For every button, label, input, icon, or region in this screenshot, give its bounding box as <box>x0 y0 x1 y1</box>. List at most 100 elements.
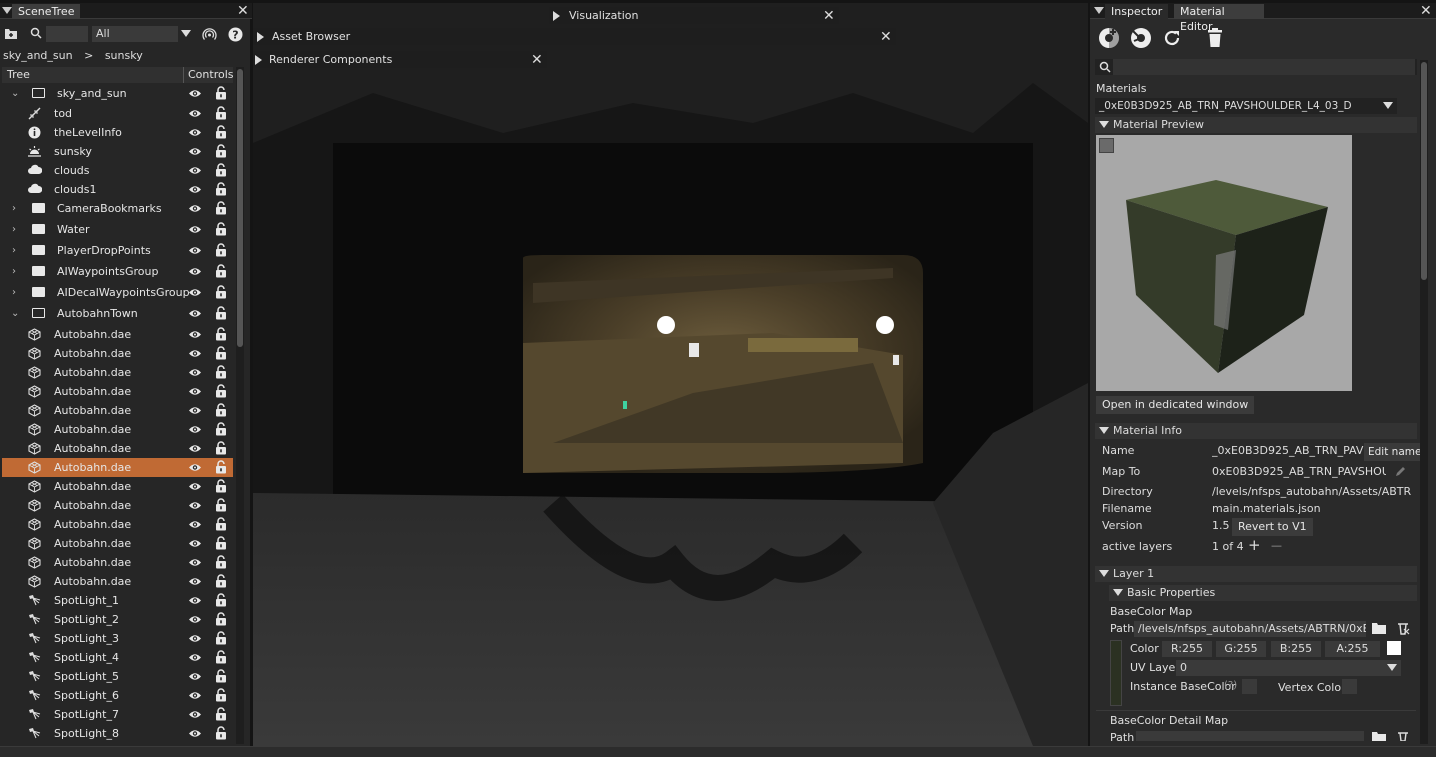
lock-icon[interactable] <box>215 346 227 360</box>
visibility-eye-icon[interactable] <box>188 223 202 236</box>
column-header-controls[interactable]: Controls <box>188 67 234 83</box>
add-folder-icon[interactable] <box>4 27 18 40</box>
tree-row[interactable]: SpotLight_3 <box>2 629 233 648</box>
vertex-color-checkbox[interactable] <box>1342 679 1357 694</box>
renderer-components-window-header[interactable]: Renderer Components ✕ <box>253 51 547 68</box>
texture-thumbnail[interactable] <box>1110 640 1122 706</box>
lock-icon[interactable] <box>215 593 227 607</box>
visibility-eye-icon[interactable] <box>188 461 202 474</box>
trash-icon[interactable] <box>1207 28 1223 48</box>
visibility-eye-icon[interactable] <box>188 183 202 196</box>
visibility-eye-icon[interactable] <box>188 145 202 158</box>
lock-icon[interactable] <box>215 479 227 493</box>
tree-row[interactable]: SpotLight_6 <box>2 686 233 705</box>
revert-to-v1-button[interactable]: Revert to V1 <box>1232 518 1313 536</box>
visibility-eye-icon[interactable] <box>188 385 202 398</box>
tree-row[interactable]: Autobahn.dae <box>2 401 233 420</box>
lock-icon[interactable] <box>215 222 227 236</box>
lock-icon[interactable] <box>215 86 227 100</box>
instance-basecolor-checkbox[interactable] <box>1242 679 1257 694</box>
tree-row[interactable]: › CameraBookmarks <box>2 199 233 218</box>
visibility-eye-icon[interactable] <box>188 265 202 278</box>
lock-icon[interactable] <box>215 441 227 455</box>
expand-triangle-icon[interactable] <box>255 55 262 65</box>
collapse-triangle-icon[interactable] <box>2 7 12 14</box>
tree-row[interactable]: SpotLight_7 <box>2 705 233 724</box>
collapse-triangle-icon[interactable] <box>1113 589 1123 596</box>
duplicate-material-icon[interactable] <box>1130 27 1152 49</box>
visibility-eye-icon[interactable] <box>188 87 202 100</box>
tree-row[interactable]: sunsky <box>2 142 233 161</box>
breadcrumb-item-sunsky[interactable]: sunsky <box>105 49 143 62</box>
broadcast-icon[interactable] <box>202 27 217 42</box>
tree-row[interactable]: › AIWaypointsGroup <box>2 262 233 281</box>
lock-icon[interactable] <box>215 631 227 645</box>
tree-row[interactable]: Autobahn.dae <box>2 553 233 572</box>
chevron-down-icon[interactable] <box>1383 102 1393 109</box>
inspector-scrollbar[interactable] <box>1420 60 1428 744</box>
breadcrumb-item-sky-and-sun[interactable]: sky_and_sun <box>3 49 73 62</box>
visibility-eye-icon[interactable] <box>188 423 202 436</box>
tree-row[interactable]: Autobahn.dae <box>2 439 233 458</box>
lock-icon[interactable] <box>215 669 227 683</box>
tree-row[interactable]: ⌄ sky_and_sun <box>2 84 233 103</box>
visibility-eye-icon[interactable] <box>188 286 202 299</box>
3d-viewport[interactable]: Visualization ✕ Asset Browser ✕ Renderer… <box>253 3 1088 746</box>
close-icon[interactable]: ✕ <box>823 9 835 23</box>
lock-icon[interactable] <box>215 726 227 740</box>
clear-texture-icon[interactable] <box>1396 730 1410 741</box>
scene-tree-search-input[interactable] <box>46 26 88 42</box>
tree-row[interactable]: Autobahn.dae <box>2 534 233 553</box>
basecolor-path-input[interactable]: /levels/nfsps_autobahn/Assets/ABTRN/0xE0… <box>1134 621 1366 637</box>
map-to-value[interactable]: 0xE0B3D925_AB_TRN_PAVSHOULDER_L4_03_D <box>1212 465 1386 478</box>
visibility-eye-icon[interactable] <box>188 632 202 645</box>
color-b-field[interactable]: B:255 <box>1271 641 1321 657</box>
name-value[interactable]: _0xE0B3D925_AB_TRN_PAVSHOULDER_L4_03_D <box>1212 444 1364 457</box>
tab-inspector[interactable]: Inspector <box>1105 4 1169 19</box>
refresh-icon[interactable] <box>1162 28 1182 48</box>
lock-icon[interactable] <box>215 144 227 158</box>
material-search-input[interactable] <box>1113 59 1415 75</box>
tree-row[interactable]: SpotLight_4 <box>2 648 233 667</box>
close-icon[interactable]: ✕ <box>880 30 892 44</box>
visibility-eye-icon[interactable] <box>188 613 202 626</box>
folder-icon[interactable] <box>1372 622 1386 634</box>
lock-icon[interactable] <box>215 327 227 341</box>
add-layer-button[interactable]: + <box>1248 536 1261 554</box>
visibility-eye-icon[interactable] <box>188 442 202 455</box>
visibility-eye-icon[interactable] <box>188 307 202 320</box>
lock-icon[interactable] <box>215 384 227 398</box>
collapse-triangle-icon[interactable] <box>1099 427 1109 434</box>
lock-icon[interactable] <box>215 365 227 379</box>
tree-row[interactable]: Autobahn.dae <box>2 344 233 363</box>
color-g-field[interactable]: G:255 <box>1216 641 1266 657</box>
pencil-icon[interactable] <box>1394 465 1407 478</box>
visibility-eye-icon[interactable] <box>188 404 202 417</box>
tree-row[interactable]: Autobahn.dae <box>2 420 233 439</box>
help-icon[interactable]: ? <box>228 27 243 42</box>
tree-row[interactable]: Autobahn.dae <box>2 382 233 401</box>
tree-row[interactable]: Autobahn.dae <box>2 477 233 496</box>
collapse-triangle-icon[interactable] <box>1099 121 1109 128</box>
scrollbar-thumb[interactable] <box>1421 62 1427 280</box>
close-icon[interactable]: ✕ <box>237 4 249 18</box>
layer-1-header[interactable]: Layer 1 <box>1095 566 1417 582</box>
chevron-down-icon[interactable]: ⌄ <box>11 84 19 103</box>
open-dedicated-window-button[interactable]: Open in dedicated window <box>1096 396 1255 414</box>
visibility-eye-icon[interactable] <box>188 556 202 569</box>
lock-icon[interactable] <box>215 517 227 531</box>
detail-path-input[interactable] <box>1136 731 1364 741</box>
visualization-window-header[interactable]: Visualization ✕ <box>549 7 839 24</box>
visibility-eye-icon[interactable] <box>188 347 202 360</box>
tree-row[interactable]: theLevelInfo <box>2 123 233 142</box>
visibility-eye-icon[interactable] <box>188 499 202 512</box>
column-header-tree[interactable]: Tree <box>7 67 30 83</box>
visibility-eye-icon[interactable] <box>188 575 202 588</box>
visibility-eye-icon[interactable] <box>188 126 202 139</box>
uv-layer-select[interactable]: 0 <box>1176 660 1401 676</box>
material-preview-image[interactable] <box>1096 135 1352 391</box>
visibility-eye-icon[interactable] <box>188 727 202 740</box>
lock-icon[interactable] <box>215 460 227 474</box>
lock-icon[interactable] <box>215 243 227 257</box>
tree-row[interactable]: Autobahn.dae <box>2 496 233 515</box>
